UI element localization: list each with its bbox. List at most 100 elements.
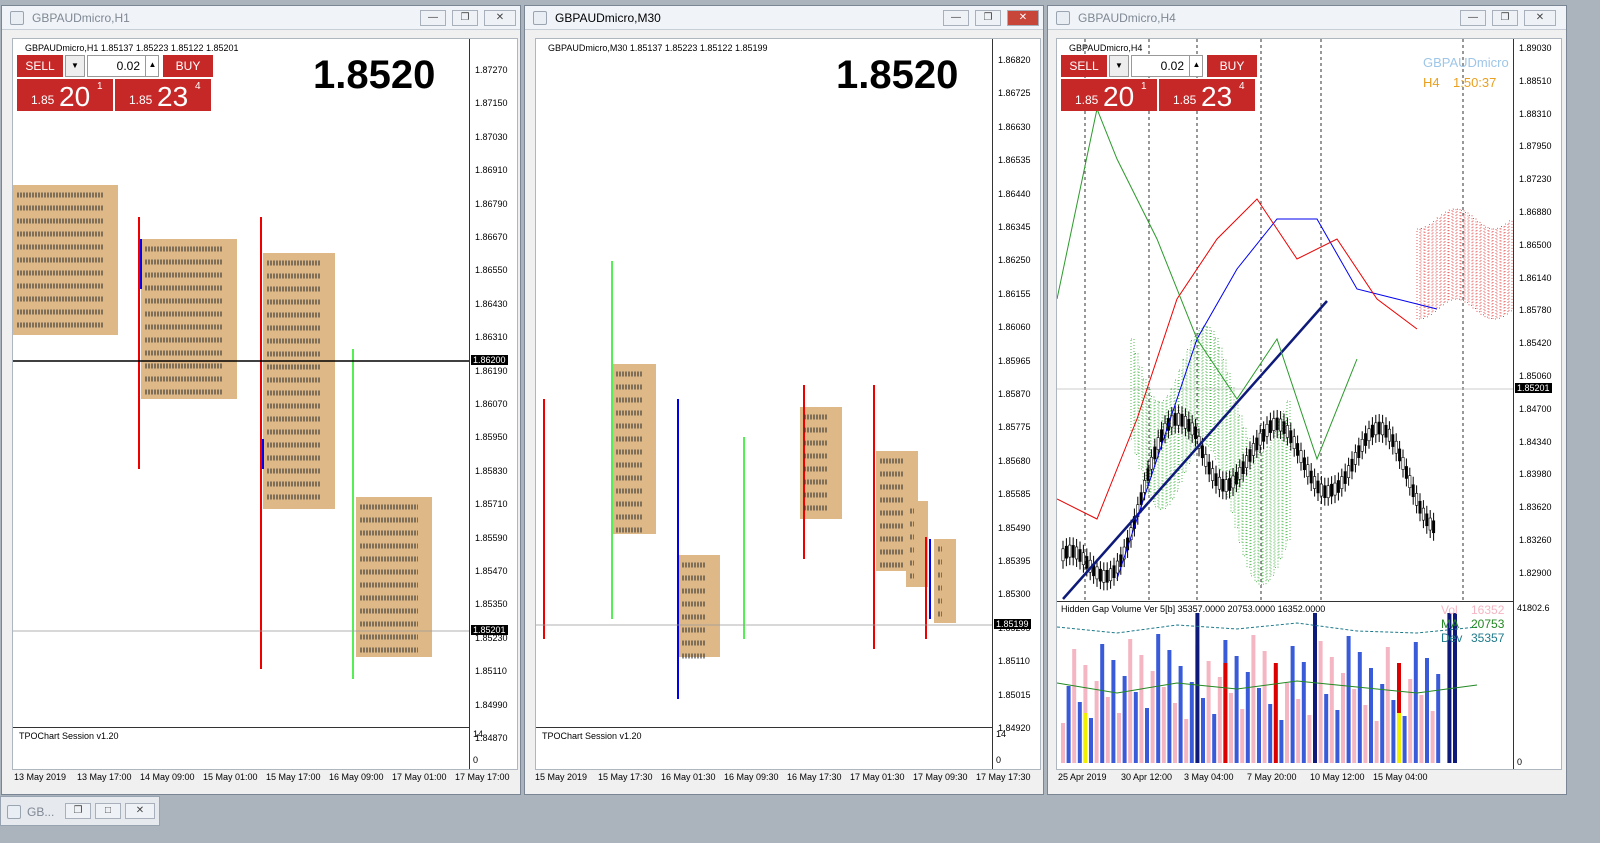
maximize-button[interactable]: □ <box>95 803 121 819</box>
candle <box>1425 513 1429 527</box>
y-tick: 1.87950 <box>1519 141 1552 152</box>
candle <box>1418 500 1422 514</box>
volume-bar <box>1139 655 1144 763</box>
ichimoku-cloud-red <box>1456 208 1461 300</box>
restore-button[interactable]: ❐ <box>65 803 91 819</box>
candle <box>1183 416 1187 429</box>
volume-bar <box>1425 658 1429 763</box>
volume-bar <box>1285 683 1289 763</box>
ichimoku-cloud <box>1270 439 1275 576</box>
bid-quote[interactable]: 1.85 20 1 <box>1061 79 1157 112</box>
candle <box>1279 418 1283 432</box>
x-tick: 10 May 12:00 <box>1310 772 1365 782</box>
volume-peak-bar <box>1313 613 1317 763</box>
x-tick: 15 May 2019 <box>535 772 588 782</box>
title-bar[interactable]: GBPAUDmicro,H4 — ❐ ✕ <box>1048 6 1566 30</box>
candle <box>1336 480 1340 493</box>
restore-button[interactable]: ❐ <box>975 10 1001 26</box>
close-button[interactable]: ✕ <box>125 803 155 819</box>
chikou-line <box>1057 107 1358 461</box>
candle <box>1098 568 1102 582</box>
y-tick: 1.85470 <box>475 566 508 576</box>
y-tick: 1.86250 <box>998 255 1031 266</box>
candle <box>1313 476 1317 489</box>
candle <box>1374 422 1378 436</box>
x-tick: 3 May 04:00 <box>1184 772 1234 782</box>
candle <box>1268 420 1272 433</box>
close-button[interactable]: ✕ <box>484 10 516 26</box>
chart-window-h1[interactable]: GBPAUDmicro,H1 — ❐ ✕ GBPAUDmicro,H1 1.85… <box>1 5 521 795</box>
title-bar[interactable]: GBPAUDmicro,H1 — ❐ ✕ <box>2 6 520 30</box>
chart-area[interactable]: GBPAUDmicro,H4 SELL ▼ 0.02 ▲ BUY 1.85 20 1… <box>1056 38 1562 770</box>
chart-window-m30[interactable]: GBPAUDmicro,M30 — ❐ ✕ GBPAUDmicro,M30 1.… <box>524 5 1044 795</box>
title-bar[interactable]: GBPAUDmicro,M30 — ❐ ✕ <box>525 6 1043 30</box>
y-tick: 1.85060 <box>1519 371 1552 381</box>
x-tick: 13 May 2019 <box>14 772 67 782</box>
minimize-button[interactable]: — <box>420 10 446 26</box>
y-tick: 1.86910 <box>475 165 508 176</box>
y-tick: 1.86535 <box>998 155 1031 166</box>
y-tick: 1.84990 <box>475 699 508 710</box>
y-tick: 1.86345 <box>998 222 1031 232</box>
candle <box>1296 443 1300 456</box>
bid-big: 20 <box>1103 81 1135 112</box>
volume-bar <box>1391 700 1396 763</box>
ichimoku-cloud-red <box>1452 208 1457 300</box>
minimize-button[interactable]: — <box>1460 10 1486 26</box>
volume-bar <box>1268 704 1273 763</box>
y-tick: 1.86790 <box>475 198 508 209</box>
candle <box>1177 412 1181 426</box>
candle <box>1299 450 1303 463</box>
restore-button[interactable]: ❐ <box>452 10 478 26</box>
candle <box>1357 445 1361 458</box>
x-tick: 17 May 09:30 <box>913 772 968 782</box>
minimize-button[interactable]: — <box>943 10 969 26</box>
volume-bar <box>1066 686 1071 763</box>
volume-bar <box>1251 635 1256 763</box>
minimized-window[interactable]: GB... ❐ □ ✕ <box>0 796 160 826</box>
ichimoku-cloud-red <box>1424 226 1429 318</box>
ichimoku-cloud-red <box>1428 224 1433 315</box>
sub-tick: 14 <box>473 729 484 739</box>
x-tick: 25 Apr 2019 <box>1058 772 1107 782</box>
restore-button[interactable]: ❐ <box>1492 10 1518 26</box>
y-tick: 1.86430 <box>475 298 508 309</box>
y-tick: 1.85110 <box>998 656 1030 667</box>
y-tick: 1.85870 <box>998 389 1031 399</box>
ichimoku-cloud-red <box>1488 228 1493 320</box>
chart-area[interactable]: GBPAUDmicro,M30 1.85137 1.85223 1.85122 … <box>535 38 1041 770</box>
ichimoku-cloud <box>1214 337 1219 460</box>
price-chart-h4 <box>1057 39 1513 601</box>
volume-bar <box>1217 677 1222 763</box>
close-button[interactable]: ✕ <box>1007 10 1039 26</box>
volume-gap-bar <box>1223 663 1228 763</box>
y-tick: 1.86155 <box>998 288 1031 299</box>
candle <box>1394 440 1398 454</box>
volume-bar <box>1307 715 1312 763</box>
candle <box>1095 566 1099 580</box>
dev-label: Dev <box>1441 631 1463 645</box>
volume-bar <box>1341 673 1345 763</box>
volume-bar <box>1279 720 1284 763</box>
y-tick: 1.85950 <box>475 432 508 443</box>
close-button[interactable]: ✕ <box>1524 10 1556 26</box>
candle <box>1112 565 1116 578</box>
volume-bar <box>1184 719 1189 763</box>
candle <box>1364 433 1368 446</box>
x-tick: 16 May 09:00 <box>329 772 384 782</box>
candle <box>1428 517 1432 531</box>
candle <box>1292 436 1296 450</box>
candle <box>1071 545 1075 558</box>
tenkan-line <box>1057 198 1418 520</box>
volume-bar <box>1229 693 1233 763</box>
lot-dropdown-button[interactable]: ▼ <box>1109 55 1129 77</box>
y-tick: 1.89030 <box>1519 43 1552 53</box>
volume-bar <box>1089 718 1093 763</box>
chart-window-h4[interactable]: GBPAUDmicro,H4 — ❐ ✕ GBPAUDmicro,H4 SELL… <box>1047 5 1567 795</box>
sell-button[interactable]: SELL <box>1061 55 1107 77</box>
candle <box>1415 493 1419 506</box>
ask-quote[interactable]: 1.85 23 4 <box>1159 79 1255 112</box>
lot-spinner[interactable]: ▲ <box>1189 55 1203 77</box>
buy-button[interactable]: BUY <box>1207 55 1257 77</box>
chart-area[interactable]: GBPAUDmicro,H1 1.85137 1.85223 1.85122 1… <box>12 38 518 770</box>
